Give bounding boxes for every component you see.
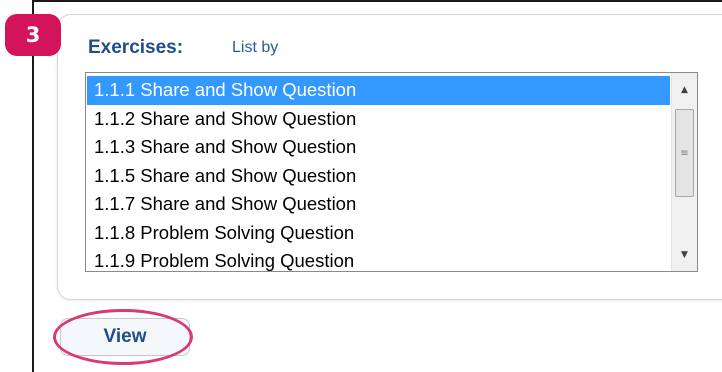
view-button[interactable]: View (60, 318, 190, 356)
list-item[interactable]: 1.1.7 Share and Show Question (87, 190, 670, 219)
list-item[interactable]: 1.1.3 Share and Show Question (87, 133, 670, 162)
outer-frame-top-border (32, 0, 722, 2)
exercises-heading: Exercises: (88, 37, 184, 58)
list-item-selected[interactable]: 1.1.1 Share and Show Question (87, 76, 670, 105)
scroll-down-arrow-icon[interactable]: ▼ (672, 242, 697, 268)
scrollbar-grip-icon: ≡ (680, 147, 689, 159)
step-number-badge: 3 (5, 14, 61, 56)
exercises-list: 1.1.1 Share and Show Question 1.1.2 Shar… (87, 76, 670, 276)
list-item[interactable]: 1.1.5 Share and Show Question (87, 162, 670, 191)
list-by-link[interactable]: List by (232, 39, 278, 57)
list-item[interactable]: 1.1.2 Share and Show Question (87, 105, 670, 134)
list-item[interactable]: 1.1.9 Problem Solving Question (87, 247, 670, 276)
vertical-scrollbar[interactable]: ▲ ≡ ▼ (671, 73, 697, 271)
list-item[interactable]: 1.1.8 Problem Solving Question (87, 219, 670, 248)
scrollbar-thumb[interactable]: ≡ (675, 109, 694, 197)
exercises-listbox[interactable]: 1.1.1 Share and Show Question 1.1.2 Shar… (85, 72, 698, 272)
scroll-up-arrow-icon[interactable]: ▲ (672, 77, 697, 103)
